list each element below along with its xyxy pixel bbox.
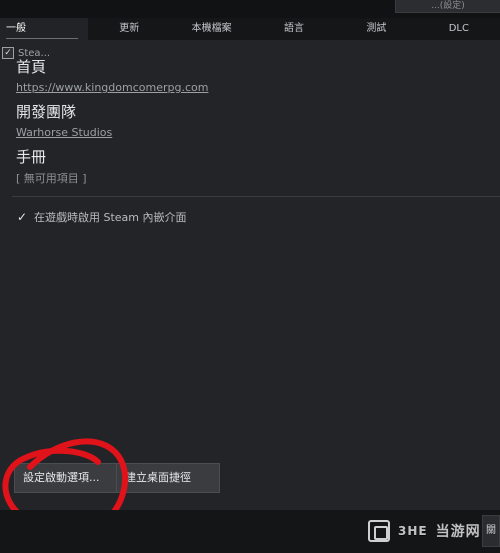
watermark-logo-icon <box>368 520 390 542</box>
tab-language[interactable]: 語言 <box>253 18 335 40</box>
manual-section: 手冊 [ 無可用項目 ] <box>16 148 486 186</box>
tab-updates[interactable]: 更新 <box>88 18 170 40</box>
homepage-heading: 首頁 <box>16 58 47 76</box>
homepage-section: 首頁 https://www.kingdomcomerpg.com <box>16 58 486 95</box>
settings-tabs: 一般 更新 本機檔案 語言 測試 DLC <box>0 18 500 40</box>
checkbox[interactable]: ✓ <box>2 47 14 59</box>
watermark-logo-text: 3HE <box>398 524 428 538</box>
tab-general[interactable]: 一般 <box>0 18 88 40</box>
manual-heading: 手冊 <box>16 148 47 166</box>
tab-dlc[interactable]: DLC <box>418 18 500 40</box>
overlay-checkbox-row[interactable]: ✓ 在遊戲時啟用 Steam 內嵌介面 <box>16 209 187 225</box>
section-divider <box>12 196 500 197</box>
watermark: 3HE 当游网 <box>368 515 481 547</box>
create-desktop-shortcut-button[interactable]: 建立桌面捷徑 <box>116 463 220 493</box>
tab-local-files[interactable]: 本機檔案 <box>170 18 252 40</box>
developer-link[interactable]: Warhorse Studios <box>16 126 112 139</box>
homepage-link[interactable]: https://www.kingdomcomerpg.com <box>16 81 208 94</box>
close-button[interactable]: 關 <box>482 515 500 547</box>
developer-section: 開發團隊 Warhorse Studios <box>16 103 486 140</box>
top-right-button[interactable]: ...(設定) <box>395 0 500 13</box>
watermark-text: 当游网 <box>435 524 481 540</box>
checkmark-icon[interactable]: ✓ <box>16 210 28 224</box>
set-launch-options-button[interactable]: 設定啟動選項... <box>14 463 124 493</box>
developer-heading: 開發團隊 <box>16 103 77 121</box>
steam-top-checkbox-label: Stea... <box>18 47 51 59</box>
manual-value: [ 無可用項目 ] <box>16 172 87 185</box>
tab-beta[interactable]: 測試 <box>335 18 417 40</box>
overlay-checkbox-label: 在遊戲時啟用 Steam 內嵌介面 <box>34 211 187 224</box>
